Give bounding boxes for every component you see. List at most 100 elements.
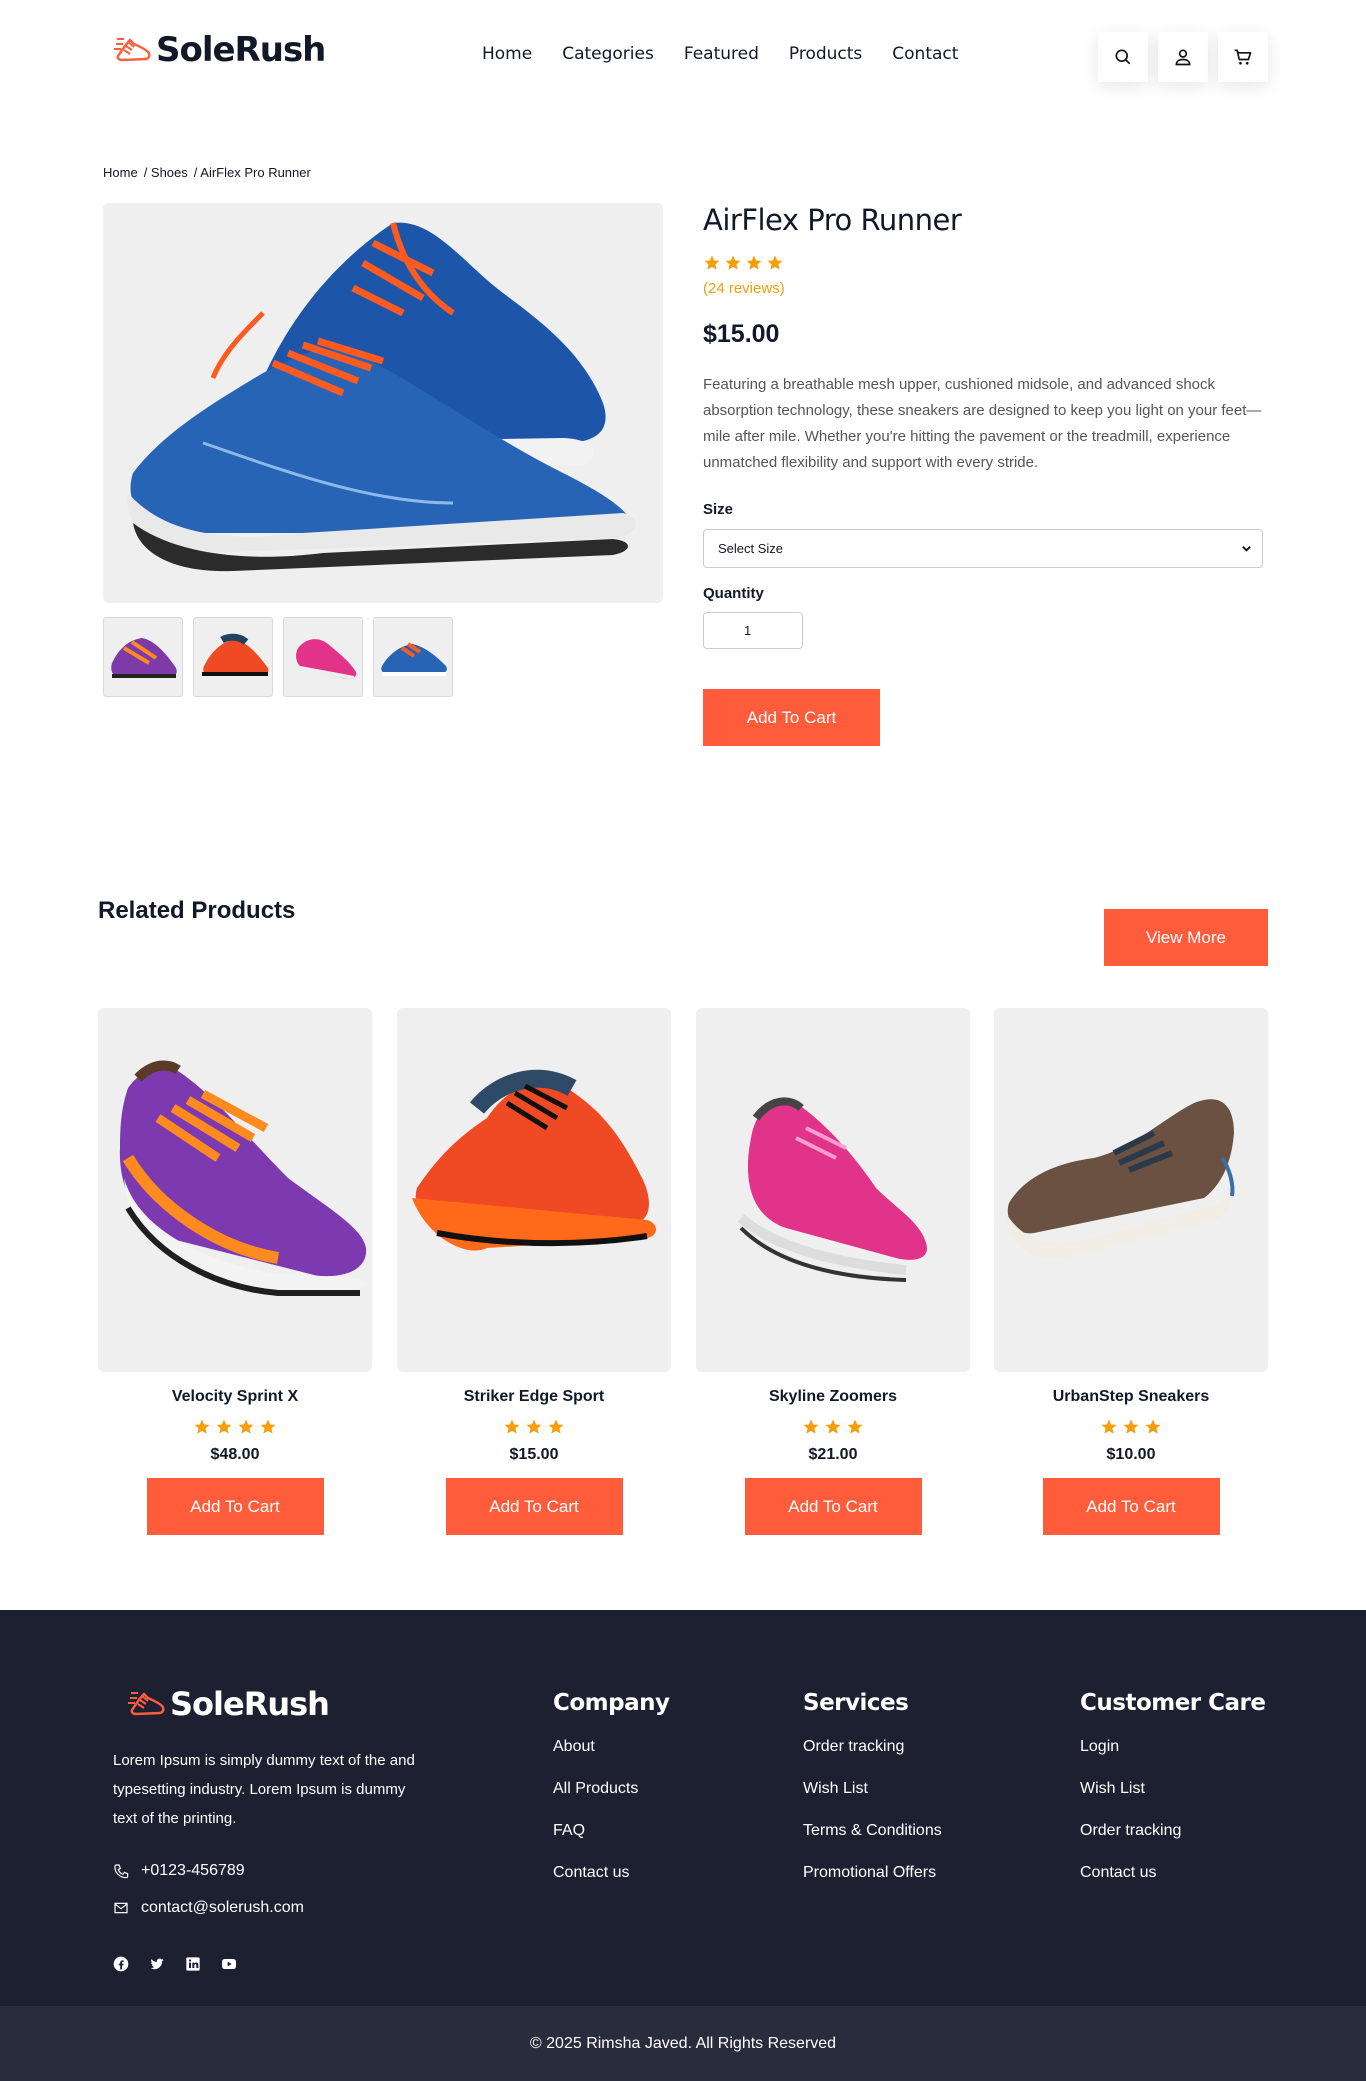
footer-brand-name: SoleRush bbox=[170, 1685, 330, 1723]
nav-categories[interactable]: Categories bbox=[562, 44, 654, 64]
product-rating bbox=[703, 254, 784, 272]
footer-link-about[interactable]: About bbox=[553, 1738, 670, 1780]
product-card[interactable]: Velocity Sprint X $48.00 Add To Cart bbox=[98, 1008, 372, 1535]
pink-shoe-image bbox=[296, 639, 357, 680]
nav-featured[interactable]: Featured bbox=[684, 44, 759, 64]
linkedin-icon[interactable] bbox=[185, 1956, 201, 1972]
youtube-icon[interactable] bbox=[221, 1956, 237, 1972]
footer-phone[interactable]: +0123-456789 bbox=[113, 1862, 245, 1880]
orange-sneaker-image bbox=[412, 1069, 656, 1251]
product-card-rating bbox=[994, 1418, 1268, 1436]
footer-link-all-products[interactable]: All Products bbox=[553, 1780, 670, 1822]
footer-link-contact[interactable]: Contact us bbox=[1080, 1864, 1266, 1906]
thumbnail-pink-shoe[interactable] bbox=[283, 617, 363, 697]
brand-name: SoleRush bbox=[156, 30, 326, 70]
phone-icon bbox=[114, 1864, 129, 1879]
card-add-to-cart-button[interactable]: Add To Cart bbox=[1042, 1478, 1220, 1535]
search-button[interactable] bbox=[1098, 32, 1148, 82]
add-to-cart-button[interactable]: Add To Cart bbox=[703, 689, 880, 746]
footer-link-wish-list[interactable]: Wish List bbox=[1080, 1780, 1266, 1822]
star-icon bbox=[824, 1418, 842, 1436]
star-icon bbox=[766, 254, 784, 272]
size-label: Size bbox=[703, 501, 734, 518]
nav-contact[interactable]: Contact bbox=[892, 44, 958, 64]
blue-shoe-thumb-image bbox=[381, 642, 447, 676]
card-add-to-cart-button[interactable]: Add To Cart bbox=[146, 1478, 324, 1535]
footer-phone-text: +0123-456789 bbox=[141, 1862, 245, 1879]
brown-sneaker-image bbox=[1006, 1099, 1235, 1259]
star-icon bbox=[237, 1418, 255, 1436]
facebook-icon[interactable] bbox=[113, 1956, 129, 1972]
footer-link-promotional-offers[interactable]: Promotional Offers bbox=[803, 1864, 942, 1906]
shoe-logo-icon bbox=[128, 1684, 168, 1724]
star-icon bbox=[745, 254, 763, 272]
product-card-image[interactable] bbox=[994, 1008, 1268, 1372]
breadcrumb-home[interactable]: Home bbox=[103, 165, 138, 180]
product-card-price: $21.00 bbox=[808, 1446, 858, 1463]
footer-link-order-tracking[interactable]: Order tracking bbox=[803, 1738, 942, 1780]
nav-products[interactable]: Products bbox=[789, 44, 862, 64]
footer-link-wish-list[interactable]: Wish List bbox=[803, 1780, 942, 1822]
star-icon bbox=[846, 1418, 864, 1436]
review-count[interactable]: (24 reviews) bbox=[703, 280, 785, 297]
search-icon bbox=[1115, 49, 1131, 65]
product-card-name[interactable]: Velocity Sprint X bbox=[98, 1388, 372, 1406]
product-card[interactable]: Skyline Zoomers $21.00 Add To Cart bbox=[696, 1008, 970, 1535]
product-card-rating bbox=[397, 1418, 671, 1436]
view-more-button[interactable]: View More bbox=[1104, 909, 1268, 966]
footer-link-faq[interactable]: FAQ bbox=[553, 1822, 670, 1864]
nav-home[interactable]: Home bbox=[482, 44, 532, 64]
product-card-rating bbox=[696, 1418, 970, 1436]
footer-link-login[interactable]: Login bbox=[1080, 1738, 1266, 1780]
site-footer: SoleRush Lorem Ipsum is simply dummy tex… bbox=[0, 1610, 1366, 2006]
product-card[interactable]: UrbanStep Sneakers $10.00 Add To Cart bbox=[994, 1008, 1268, 1535]
mail-icon bbox=[114, 1902, 128, 1914]
purple-shoe-image bbox=[111, 638, 177, 678]
product-card-price: $48.00 bbox=[210, 1446, 260, 1463]
product-card-price: $15.00 bbox=[509, 1446, 559, 1463]
card-add-to-cart-button[interactable]: Add To Cart bbox=[445, 1478, 623, 1535]
size-select[interactable]: Select Size bbox=[703, 529, 1263, 568]
star-icon bbox=[1122, 1418, 1140, 1436]
footer-link-contact[interactable]: Contact us bbox=[553, 1864, 670, 1906]
footer-email[interactable]: contact@solerush.com bbox=[113, 1899, 304, 1917]
footer-link-terms[interactable]: Terms & Conditions bbox=[803, 1822, 942, 1864]
product-description: Featuring a breathable mesh upper, cushi… bbox=[703, 376, 1262, 471]
quantity-label: Quantity bbox=[703, 585, 764, 602]
pink-sneaker-image bbox=[737, 1097, 927, 1282]
star-icon bbox=[724, 254, 742, 272]
thumbnail-orange-shoe[interactable] bbox=[193, 617, 273, 697]
star-icon bbox=[703, 254, 721, 272]
product-card-price: $10.00 bbox=[1106, 1446, 1156, 1463]
product-card-name[interactable]: Striker Edge Sport bbox=[397, 1388, 671, 1406]
thumbnail-purple-shoe[interactable] bbox=[103, 617, 183, 697]
card-add-to-cart-button[interactable]: Add To Cart bbox=[744, 1478, 922, 1535]
star-icon bbox=[802, 1418, 820, 1436]
product-card-name[interactable]: Skyline Zoomers bbox=[696, 1388, 970, 1406]
star-icon bbox=[215, 1418, 233, 1436]
product-thumbnails bbox=[103, 617, 453, 697]
site-header: SoleRush Home Categories Featured Produc… bbox=[0, 0, 1366, 112]
twitter-icon[interactable] bbox=[149, 1956, 165, 1972]
product-card[interactable]: Striker Edge Sport $15.00 Add To Cart bbox=[397, 1008, 671, 1535]
product-card-image[interactable] bbox=[397, 1008, 671, 1372]
footer-company-title: Company bbox=[553, 1690, 670, 1716]
thumbnail-blue-shoe[interactable] bbox=[373, 617, 453, 697]
footer-brand-logo[interactable]: SoleRush bbox=[128, 1684, 330, 1724]
quantity-input[interactable]: 1 bbox=[703, 612, 803, 649]
main-nav: Home Categories Featured Products Contac… bbox=[482, 44, 958, 64]
product-card-image[interactable] bbox=[98, 1008, 372, 1372]
footer-company-column: Company About All Products FAQ Contact u… bbox=[553, 1690, 670, 1906]
product-card-image[interactable] bbox=[696, 1008, 970, 1372]
footer-email-text: contact@solerush.com bbox=[141, 1899, 304, 1916]
footer-link-order-tracking[interactable]: Order tracking bbox=[1080, 1822, 1266, 1864]
product-title: AirFlex Pro Runner bbox=[703, 203, 962, 237]
user-icon bbox=[1175, 49, 1191, 66]
product-card-name[interactable]: UrbanStep Sneakers bbox=[994, 1388, 1268, 1406]
star-icon bbox=[503, 1418, 521, 1436]
breadcrumb: Home / Shoes / AirFlex Pro Runner bbox=[103, 165, 311, 180]
breadcrumb-shoes[interactable]: / Shoes bbox=[144, 165, 188, 180]
brand-logo[interactable]: SoleRush bbox=[114, 30, 326, 70]
account-button[interactable] bbox=[1158, 32, 1208, 82]
cart-button[interactable] bbox=[1218, 32, 1268, 82]
